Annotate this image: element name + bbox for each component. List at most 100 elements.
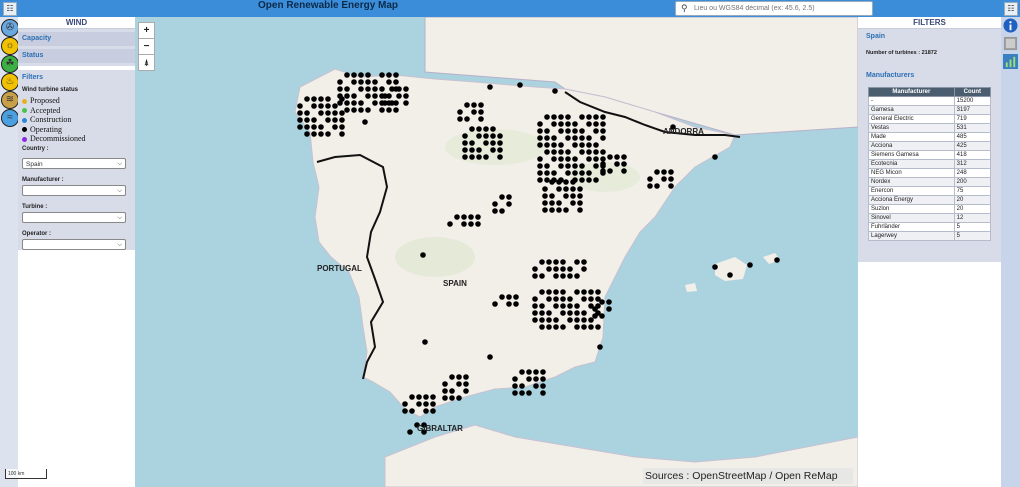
turbine-marker[interactable] (544, 114, 550, 120)
turbine-marker[interactable] (551, 114, 557, 120)
turbine-marker[interactable] (597, 344, 603, 350)
turbine-marker[interactable] (592, 313, 598, 319)
turbine-marker[interactable] (537, 135, 543, 141)
turbine-marker[interactable] (389, 100, 395, 106)
turbine-marker[interactable] (588, 317, 594, 323)
turbine-marker[interactable] (512, 376, 518, 382)
turbine-marker[interactable] (567, 273, 573, 279)
turbine-marker[interactable] (469, 140, 475, 146)
turbine-marker[interactable] (558, 163, 564, 169)
turbine-marker[interactable] (581, 289, 587, 295)
turbine-marker[interactable] (593, 177, 599, 183)
turbine-marker[interactable] (614, 161, 620, 167)
turbine-marker[interactable] (553, 317, 559, 323)
turbine-marker[interactable] (567, 310, 573, 316)
turbine-marker[interactable] (403, 86, 409, 92)
turbine-marker[interactable] (593, 163, 599, 169)
turbine-marker[interactable] (551, 156, 557, 162)
turbine-marker[interactable] (365, 72, 371, 78)
turbine-marker[interactable] (572, 121, 578, 127)
turbine-marker[interactable] (379, 107, 385, 113)
turbine-marker[interactable] (600, 114, 606, 120)
turbine-marker[interactable] (563, 186, 569, 192)
turbine-marker[interactable] (558, 149, 564, 155)
turbine-marker[interactable] (586, 135, 592, 141)
turbine-marker[interactable] (577, 200, 583, 206)
turbine-marker[interactable] (430, 408, 436, 414)
turbine-marker[interactable] (614, 154, 620, 160)
left-menu-button[interactable]: ☷ (3, 2, 17, 16)
turbine-marker[interactable] (540, 369, 546, 375)
info-icon[interactable] (1003, 18, 1018, 33)
turbine-marker[interactable] (588, 324, 594, 330)
turbine-marker[interactable] (513, 301, 519, 307)
turbine-marker[interactable] (499, 294, 505, 300)
turbine-marker[interactable] (526, 390, 532, 396)
turbine-marker[interactable] (499, 194, 505, 200)
turbine-marker[interactable] (337, 100, 343, 106)
turbine-marker[interactable] (351, 107, 357, 113)
operator-select[interactable]: ⌵ (22, 238, 126, 250)
turbine-marker[interactable] (344, 100, 350, 106)
turbine-marker[interactable] (519, 390, 525, 396)
turbine-marker[interactable] (372, 100, 378, 106)
turbine-marker[interactable] (546, 310, 552, 316)
turbine-marker[interactable] (297, 103, 303, 109)
turbine-marker[interactable] (563, 193, 569, 199)
turbine-marker[interactable] (560, 266, 566, 272)
turbine-marker[interactable] (372, 79, 378, 85)
turbine-marker[interactable] (449, 374, 455, 380)
turbine-marker[interactable] (565, 128, 571, 134)
turbine-marker[interactable] (593, 149, 599, 155)
turbine-marker[interactable] (423, 408, 429, 414)
turbine-marker[interactable] (560, 289, 566, 295)
right-menu-button[interactable]: ☷ (1004, 2, 1018, 16)
turbine-marker[interactable] (351, 93, 357, 99)
turbine-marker[interactable] (553, 324, 559, 330)
turbine-marker[interactable] (551, 135, 557, 141)
turbine-marker[interactable] (311, 131, 317, 137)
turbine-marker[interactable] (556, 179, 562, 185)
turbine-marker[interactable] (544, 177, 550, 183)
turbine-marker[interactable] (553, 266, 559, 272)
turbine-marker[interactable] (463, 381, 469, 387)
turbine-marker[interactable] (407, 429, 413, 435)
turbine-marker[interactable] (533, 369, 539, 375)
turbine-marker[interactable] (469, 154, 475, 160)
turbine-marker[interactable] (539, 310, 545, 316)
turbine-marker[interactable] (567, 303, 573, 309)
turbine-marker[interactable] (526, 369, 532, 375)
turbine-marker[interactable] (551, 170, 557, 176)
turbine-marker[interactable] (537, 177, 543, 183)
turbine-marker[interactable] (351, 79, 357, 85)
turbine-marker[interactable] (506, 294, 512, 300)
turbine-marker[interactable] (572, 135, 578, 141)
turbine-marker[interactable] (579, 149, 585, 155)
turbine-marker[interactable] (532, 317, 538, 323)
turbine-marker[interactable] (337, 79, 343, 85)
turbine-marker[interactable] (365, 86, 371, 92)
turbine-marker[interactable] (422, 339, 428, 345)
turbine-marker[interactable] (549, 207, 555, 213)
turbine-marker[interactable] (337, 93, 343, 99)
turbine-marker[interactable] (544, 149, 550, 155)
turbine-marker[interactable] (497, 133, 503, 139)
turbine-marker[interactable] (668, 176, 674, 182)
turbine-marker[interactable] (311, 124, 317, 130)
turbine-marker[interactable] (532, 273, 538, 279)
turbine-marker[interactable] (325, 131, 331, 137)
turbine-select[interactable]: ⌵ (22, 211, 126, 223)
turbine-marker[interactable] (593, 121, 599, 127)
turbine-marker[interactable] (565, 149, 571, 155)
turbine-marker[interactable] (567, 266, 573, 272)
turbine-marker[interactable] (468, 221, 474, 227)
turbine-marker[interactable] (539, 289, 545, 295)
turbine-marker[interactable] (362, 119, 368, 125)
layers-icon[interactable] (1003, 36, 1018, 51)
turbine-marker[interactable] (586, 142, 592, 148)
turbine-marker[interactable] (570, 179, 576, 185)
turbine-marker[interactable] (558, 142, 564, 148)
turbine-marker[interactable] (579, 170, 585, 176)
turbine-marker[interactable] (577, 207, 583, 213)
turbine-marker[interactable] (351, 72, 357, 78)
